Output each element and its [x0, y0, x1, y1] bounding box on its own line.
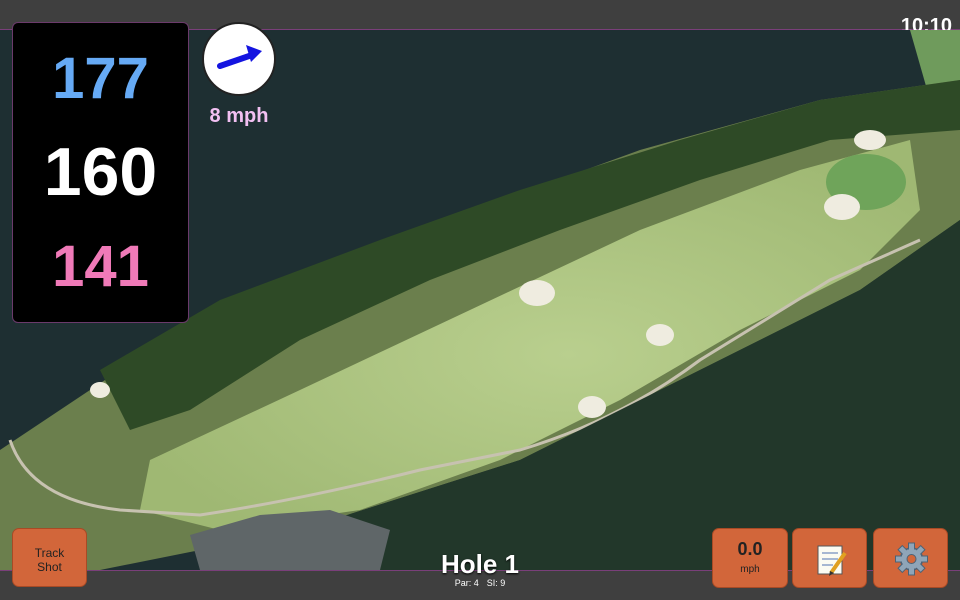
hole-title: Hole 1	[440, 549, 520, 579]
distance-panel: 177 160 141	[12, 22, 189, 323]
middle-distance: 160	[43, 134, 158, 210]
wind-direction-arrow-icon	[217, 45, 262, 69]
speed-unit: mph	[740, 564, 760, 575]
track-shot-label-line1: Track	[34, 546, 65, 560]
stroke-index-label: SI: 9	[486, 578, 506, 588]
settings-button[interactable]	[873, 528, 948, 588]
par-label: Par: 4	[454, 578, 479, 588]
gear-icon	[895, 542, 928, 576]
notes-button[interactable]	[792, 528, 867, 588]
wind-indicator	[202, 22, 276, 96]
back-distance: 177	[52, 46, 149, 111]
track-shot-button[interactable]: Track Shot	[12, 528, 87, 587]
hole-meta: Par: 4 SI: 9	[380, 578, 580, 588]
speed-value: 0.0	[737, 539, 763, 559]
speed-button[interactable]: 0.0 mph	[712, 528, 788, 588]
notepad-icon	[817, 545, 847, 576]
wind-speed: 8 mph	[209, 105, 269, 127]
track-shot-label-line2: Shot	[37, 560, 62, 574]
front-distance: 141	[52, 234, 149, 299]
